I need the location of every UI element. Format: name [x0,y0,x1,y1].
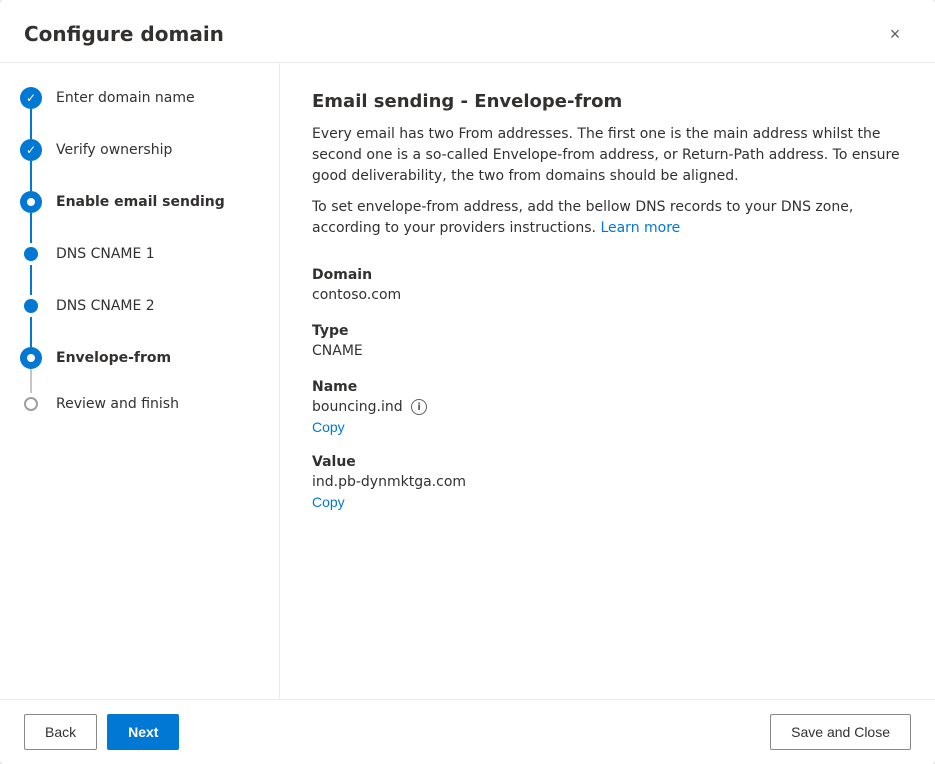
field-name-label: Name [312,379,903,395]
sidebar-item-label-review-finish: Review and finish [56,393,179,423]
configure-domain-modal: Configure domain × ✓ Enter domain name [0,0,935,764]
content-description-1: Every email has two From addresses. The … [312,124,903,187]
field-value-text: ind.pb-dynmktga.com [312,474,903,490]
sidebar-item-enable-email: Enable email sending [0,191,279,243]
close-button[interactable]: × [879,18,911,50]
modal-title: Configure domain [24,22,224,46]
next-button[interactable]: Next [107,714,179,750]
sidebar-item-label-verify-ownership: Verify ownership [56,139,172,169]
sidebar-item-label-dns-cname-1: DNS CNAME 1 [56,243,155,273]
copy-value-button[interactable]: Copy [312,494,345,510]
sidebar-item-dns-cname-2: DNS CNAME 2 [0,295,279,347]
field-name-text: bouncing.ind [312,399,403,415]
step-connector-group-1: ✓ [20,87,42,139]
sidebar-item-label-dns-cname-2: DNS CNAME 2 [56,295,155,325]
step-connector-group-6 [20,347,42,393]
sidebar-item-verify-ownership: ✓ Verify ownership [0,139,279,191]
copy-name-button[interactable]: Copy [312,419,345,435]
field-value-label: Value [312,454,903,470]
content-area: Email sending - Envelope-from Every emai… [280,63,935,699]
sidebar-item-enter-domain: ✓ Enter domain name [0,87,279,139]
field-domain: Domain contoso.com [312,267,903,305]
check-icon-1: ✓ [26,91,36,105]
sidebar-item-label-envelope-from: Envelope-from [56,347,171,377]
sidebar-item-label-enable-email: Enable email sending [56,191,225,221]
sidebar: ✓ Enter domain name ✓ Verify ownership [0,63,280,699]
content-description-2: To set envelope-from address, add the be… [312,197,903,239]
content-title: Email sending - Envelope-from [312,91,903,112]
step-circle-1: ✓ [20,87,42,109]
field-domain-value: contoso.com [312,287,903,303]
step-connector-group-4 [20,243,42,295]
step-line-6 [30,369,32,393]
step-line-2 [30,161,32,191]
step-circle-4 [24,247,38,261]
step-circle-2: ✓ [20,139,42,161]
step-connector-group-5 [20,295,42,347]
check-icon-2: ✓ [26,143,36,157]
save-close-button[interactable]: Save and Close [770,714,911,750]
step-circle-7 [24,397,38,411]
step-line-3 [30,213,32,243]
sidebar-item-dns-cname-1: DNS CNAME 1 [0,243,279,295]
sidebar-item-label-enter-domain: Enter domain name [56,87,195,117]
step-line-4 [30,265,32,295]
sidebar-item-envelope-from: Envelope-from [0,347,279,393]
content-description-2-text: To set envelope-from address, add the be… [312,199,853,236]
step-line-5 [30,317,32,347]
step-connector-group-2: ✓ [20,139,42,191]
back-button[interactable]: Back [24,714,97,750]
step-circle-6 [20,347,42,369]
modal-footer: Back Next Save and Close [0,699,935,764]
sidebar-item-review-finish: Review and finish [0,393,279,423]
step-line-1 [30,109,32,139]
field-type-value: CNAME [312,343,903,359]
active-dot-3 [27,198,35,206]
field-name-value: bouncing.ind i [312,399,903,415]
step-connector-group-7 [20,393,42,415]
learn-more-link[interactable]: Learn more [600,220,680,236]
step-circle-5 [24,299,38,313]
step-circle-3 [20,191,42,213]
active-dot-6 [27,354,35,362]
modal-header: Configure domain × [0,0,935,63]
step-connector-group-3 [20,191,42,243]
footer-left: Back Next [24,714,179,750]
modal-body: ✓ Enter domain name ✓ Verify ownership [0,63,935,699]
field-type-label: Type [312,323,903,339]
field-type: Type CNAME [312,323,903,361]
info-icon: i [411,399,427,415]
field-value: Value ind.pb-dynmktga.com Copy [312,454,903,511]
field-name: Name bouncing.ind i Copy [312,379,903,436]
field-domain-label: Domain [312,267,903,283]
